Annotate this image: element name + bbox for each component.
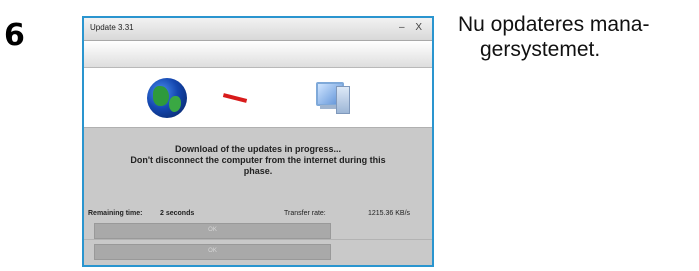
progress-bar-primary-label: OK bbox=[208, 227, 217, 233]
message-line-1: Download of the updates in progress... bbox=[174, 144, 341, 154]
window-title: Update 3.31 bbox=[90, 23, 134, 32]
window-controls[interactable]: – X bbox=[399, 22, 426, 33]
caption-line-2: gersystemet. bbox=[480, 38, 601, 61]
transfer-rate-value: 1215.36 KB/s bbox=[368, 210, 411, 217]
tower-shape bbox=[336, 86, 350, 114]
window-toolbar-strip bbox=[84, 41, 432, 68]
message-line-3: phase. bbox=[243, 166, 273, 176]
globe-landmass bbox=[153, 86, 169, 106]
step-caption: Nu opdateres mana- gersystemet. bbox=[458, 12, 694, 62]
caption-line-1: Nu opdateres mana- bbox=[458, 13, 650, 36]
transfer-rate-label: Transfer rate: bbox=[284, 210, 326, 217]
message-line-2: Don't disconnect the computer from the i… bbox=[130, 155, 386, 165]
computer-icon bbox=[316, 78, 350, 118]
progress-message: Download of the updates in progress... D… bbox=[84, 128, 432, 177]
progress-bar-secondary: OK bbox=[94, 244, 331, 260]
bar-separator bbox=[84, 239, 432, 240]
progress-bar-secondary-label: OK bbox=[208, 248, 217, 254]
globe-landmass bbox=[169, 96, 181, 112]
progress-bar-primary: OK bbox=[94, 223, 331, 239]
step-number: 6 bbox=[4, 18, 25, 53]
monitor-base-shape bbox=[320, 105, 336, 109]
window-titlebar[interactable]: Update 3.31 – X bbox=[84, 18, 432, 41]
globe-icon bbox=[147, 78, 187, 118]
update-window: Update 3.31 – X Download of the updates … bbox=[82, 16, 434, 267]
remaining-time-label: Remaining time: bbox=[88, 210, 143, 217]
transfer-illustration bbox=[84, 68, 432, 128]
transfer-progress-dash bbox=[222, 93, 248, 103]
remaining-time-value: 2 seconds bbox=[160, 210, 195, 217]
